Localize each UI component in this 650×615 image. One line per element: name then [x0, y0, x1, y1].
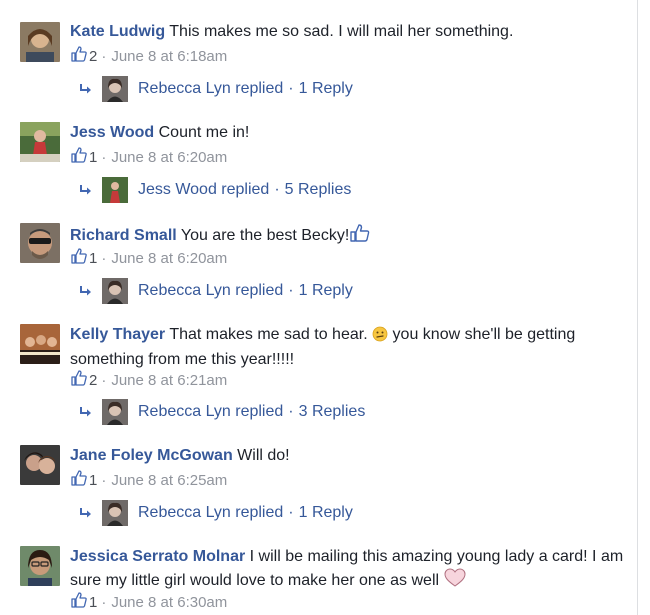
comment-text: Count me in! — [158, 124, 250, 141]
reply-avatar — [102, 500, 128, 526]
comment-text: You are the best Becky! — [180, 227, 350, 244]
timestamp[interactable]: June 8 at 6:30am — [111, 593, 227, 613]
reply-count[interactable]: 1 Reply — [299, 504, 353, 522]
like-count[interactable]: 2 — [89, 371, 97, 391]
reply-arrow-icon — [78, 404, 94, 420]
separator: · — [288, 403, 294, 420]
reply-arrow-icon — [78, 81, 94, 97]
reply-avatar — [102, 76, 128, 102]
like-count[interactable]: 1 — [89, 593, 97, 613]
thumbs-up-icon[interactable] — [70, 247, 88, 271]
avatar[interactable] — [20, 122, 60, 162]
reply-author[interactable]: Rebecca Lyn replied — [138, 80, 283, 98]
comment-author[interactable]: Richard Small — [70, 227, 177, 244]
separator: · — [288, 282, 294, 299]
timestamp[interactable]: June 8 at 6:20am — [111, 148, 227, 168]
thumbs-up-icon[interactable] — [70, 469, 88, 493]
view-replies-link[interactable]: Rebecca Lyn replied · 3 Replies — [78, 399, 365, 425]
reply-avatar — [102, 177, 128, 203]
separator: · — [101, 594, 107, 611]
comment-body: Jess Wood Count me in! — [70, 122, 627, 144]
thumbs-up-icon[interactable] — [70, 45, 88, 69]
reply-arrow-icon — [78, 505, 94, 521]
separator: · — [101, 48, 107, 65]
thumbs-up-emoji-icon — [349, 223, 371, 250]
column-divider — [637, 0, 638, 615]
comment-meta: 1 · June 8 at 6:30am — [70, 591, 227, 615]
comment-meta: 1 · June 8 at 6:20am — [70, 247, 227, 271]
reply-count[interactable]: 3 Replies — [299, 403, 366, 421]
comment-text: That makes me sad to hear. — [169, 326, 368, 343]
comment-body: Jane Foley McGowan Will do! — [70, 445, 627, 467]
reply-count[interactable]: 1 Reply — [299, 80, 353, 98]
avatar[interactable] — [20, 324, 60, 364]
reply-author[interactable]: Rebecca Lyn replied — [138, 504, 283, 522]
comment-author[interactable]: Kate Ludwig — [70, 23, 165, 40]
comment-author[interactable]: Jessica Serrato Molnar — [70, 548, 245, 565]
timestamp[interactable]: June 8 at 6:18am — [111, 47, 227, 67]
view-replies-link[interactable]: Rebecca Lyn replied · 1 Reply — [78, 500, 353, 526]
comment-author[interactable]: Jess Wood — [70, 124, 154, 141]
separator: · — [101, 472, 107, 489]
timestamp[interactable]: June 8 at 6:25am — [111, 471, 227, 491]
thumbs-up-icon[interactable] — [70, 146, 88, 170]
avatar[interactable] — [20, 223, 60, 263]
like-count[interactable]: 2 — [89, 47, 97, 67]
thumbs-up-icon[interactable] — [70, 369, 88, 393]
comment-body: Richard Small You are the best Becky! — [70, 223, 627, 250]
reply-avatar — [102, 278, 128, 304]
reply-arrow-icon — [78, 182, 94, 198]
pink-heart-emoji-icon — [443, 568, 466, 595]
reply-arrow-icon — [78, 283, 94, 299]
timestamp[interactable]: June 8 at 6:21am — [111, 371, 227, 391]
view-replies-link[interactable]: Jess Wood replied · 5 Replies — [78, 177, 351, 203]
comment-meta: 1 · June 8 at 6:25am — [70, 469, 227, 493]
like-count[interactable]: 1 — [89, 148, 97, 168]
avatar[interactable] — [20, 445, 60, 485]
comment-text: Will do! — [237, 447, 290, 464]
comment-meta: 2 · June 8 at 6:21am — [70, 369, 227, 393]
comment-text: This makes me so sad. I will mail her so… — [169, 23, 514, 40]
separator: · — [288, 80, 294, 97]
reply-count[interactable]: 1 Reply — [299, 282, 353, 300]
reply-author[interactable]: Rebecca Lyn replied — [138, 282, 283, 300]
comment-author[interactable]: Jane Foley McGowan — [70, 447, 233, 464]
comment-author[interactable]: Kelly Thayer — [70, 326, 165, 343]
separator: · — [101, 372, 107, 389]
comment-body: Kelly Thayer That makes me sad to hear. … — [70, 324, 627, 371]
separator: · — [101, 250, 107, 267]
comment-body: Jessica Serrato Molnar I will be mailing… — [70, 546, 627, 595]
view-replies-link[interactable]: Rebecca Lyn replied · 1 Reply — [78, 76, 353, 102]
timestamp[interactable]: June 8 at 6:20am — [111, 249, 227, 269]
comment-body: Kate Ludwig This makes me so sad. I will… — [70, 21, 627, 43]
comment-meta: 1 · June 8 at 6:20am — [70, 146, 227, 170]
avatar[interactable] — [20, 22, 60, 62]
thumbs-up-icon[interactable] — [70, 591, 88, 615]
reply-author[interactable]: Rebecca Lyn replied — [138, 403, 283, 421]
reply-author[interactable]: Jess Wood replied — [138, 181, 269, 199]
like-count[interactable]: 1 — [89, 249, 97, 269]
separator: · — [274, 181, 280, 198]
reply-count[interactable]: 5 Replies — [285, 181, 352, 199]
comment-meta: 2 · June 8 at 6:18am — [70, 45, 227, 69]
like-count[interactable]: 1 — [89, 471, 97, 491]
reply-avatar — [102, 399, 128, 425]
separator: · — [101, 149, 107, 166]
separator: · — [288, 504, 294, 521]
view-replies-link[interactable]: Rebecca Lyn replied · 1 Reply — [78, 278, 353, 304]
avatar[interactable] — [20, 546, 60, 586]
confused-face-emoji-icon — [372, 326, 388, 349]
